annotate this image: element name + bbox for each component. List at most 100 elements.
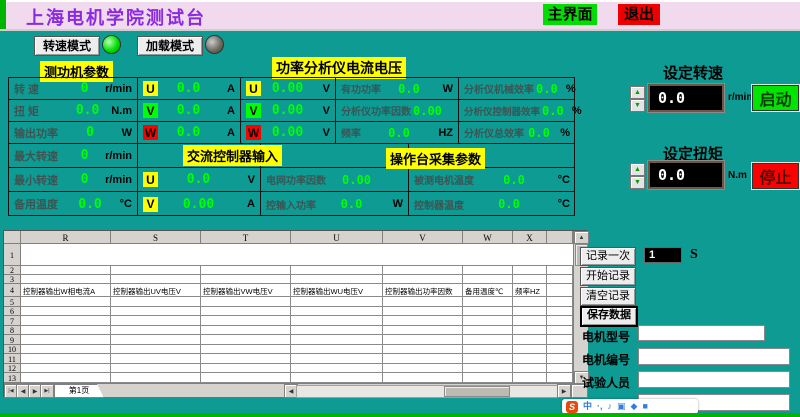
sheet-cell[interactable] bbox=[291, 373, 383, 383]
sheet-cell[interactable] bbox=[513, 354, 547, 364]
speed-mode-button[interactable]: 转速模式 bbox=[34, 36, 100, 56]
sheet-cell[interactable] bbox=[111, 326, 201, 335]
record-once-button[interactable]: 记录一次 bbox=[580, 247, 636, 266]
sheet-column-header[interactable]: R bbox=[21, 231, 111, 244]
sheet-row-header[interactable]: 11 bbox=[4, 354, 21, 364]
sheet-row-header[interactable]: 4 bbox=[4, 284, 21, 297]
sheet-cell[interactable] bbox=[201, 335, 291, 345]
sheet-cell[interactable] bbox=[463, 297, 513, 307]
sheet-row-header[interactable]: 5 bbox=[4, 297, 21, 307]
horizontal-scroll-track[interactable] bbox=[296, 385, 559, 398]
sheet-cell[interactable] bbox=[201, 326, 291, 335]
sheet-cell[interactable] bbox=[21, 307, 111, 316]
sheet-cell[interactable] bbox=[463, 345, 513, 354]
sheet-cell[interactable]: 控制器输出VW电压V bbox=[201, 284, 291, 297]
sheet-cell[interactable] bbox=[463, 307, 513, 316]
sheet-cell[interactable] bbox=[463, 326, 513, 335]
start-button[interactable]: 启动 bbox=[752, 85, 799, 111]
sheet-tab[interactable]: 第1页 bbox=[54, 384, 104, 398]
sheet-column-header[interactable]: W bbox=[463, 231, 513, 244]
punctuation-icon[interactable] bbox=[597, 399, 603, 414]
sheet-cell[interactable] bbox=[383, 326, 463, 335]
sheet-column-header[interactable]: S bbox=[111, 231, 201, 244]
sheet-cell[interactable] bbox=[547, 297, 573, 307]
sheet-cell[interactable] bbox=[111, 316, 201, 326]
sheet-cell[interactable] bbox=[547, 275, 573, 284]
sheet-row-header[interactable]: 1 bbox=[4, 244, 21, 266]
horizontal-scroll-thumb[interactable] bbox=[444, 386, 510, 397]
sheet-cell[interactable] bbox=[201, 297, 291, 307]
set-speed-display[interactable]: 0.0 bbox=[648, 84, 724, 112]
sheet-row-header[interactable]: 6 bbox=[4, 307, 21, 316]
clear-record-button[interactable]: 清空记录 bbox=[580, 287, 636, 306]
sheet-cell[interactable] bbox=[111, 275, 201, 284]
torque-spinner-up-button[interactable] bbox=[630, 163, 645, 176]
motor-number-input[interactable] bbox=[638, 348, 790, 365]
sheet-row-header[interactable]: 8 bbox=[4, 326, 21, 335]
sheet-cell[interactable] bbox=[111, 364, 201, 373]
sheet-cell[interactable] bbox=[21, 345, 111, 354]
sheet-cell[interactable] bbox=[111, 297, 201, 307]
sheet-cell[interactable] bbox=[21, 335, 111, 345]
sheet-cell[interactable] bbox=[513, 307, 547, 316]
ime-logo-icon[interactable]: S bbox=[566, 401, 578, 413]
sheet-cell[interactable] bbox=[513, 345, 547, 354]
sheet-cell[interactable]: 控制器输出WU电压V bbox=[291, 284, 383, 297]
sheet-cell[interactable] bbox=[21, 275, 111, 284]
load-mode-button[interactable]: 加载模式 bbox=[137, 36, 203, 56]
sheet-cell[interactable] bbox=[513, 326, 547, 335]
sheet-cell[interactable] bbox=[111, 354, 201, 364]
sheet-cell[interactable] bbox=[513, 364, 547, 373]
sheet-cell[interactable] bbox=[547, 326, 573, 335]
sheet-cell[interactable] bbox=[291, 297, 383, 307]
sheet-cell[interactable] bbox=[463, 316, 513, 326]
sheet-cell[interactable] bbox=[547, 373, 573, 383]
sheet-column-header[interactable]: V bbox=[383, 231, 463, 244]
sheet-cell[interactable] bbox=[383, 297, 463, 307]
stop-button[interactable]: 停止 bbox=[752, 163, 799, 189]
sheet-cell[interactable] bbox=[513, 275, 547, 284]
sheet-cell[interactable] bbox=[463, 373, 513, 383]
sheet-column-header[interactable]: X bbox=[513, 231, 547, 244]
sheet-cell[interactable] bbox=[383, 373, 463, 383]
sheet-cell[interactable] bbox=[201, 307, 291, 316]
sheet-cell[interactable] bbox=[463, 354, 513, 364]
sheet-cell[interactable] bbox=[383, 275, 463, 284]
sheet-corner-cell[interactable] bbox=[4, 231, 21, 244]
sheet-cell[interactable] bbox=[547, 364, 573, 373]
sheet-cell[interactable] bbox=[21, 326, 111, 335]
sheet-cell[interactable]: 控制器输出UV电压V bbox=[111, 284, 201, 297]
set-torque-display[interactable]: 0.0 bbox=[648, 161, 724, 189]
sheet-cell[interactable] bbox=[463, 275, 513, 284]
tester-input[interactable] bbox=[638, 371, 790, 388]
toolbox-icon[interactable] bbox=[642, 399, 647, 414]
scroll-up-button[interactable] bbox=[574, 231, 589, 244]
sheet-cell[interactable] bbox=[201, 345, 291, 354]
sheet-cell[interactable] bbox=[383, 266, 463, 275]
main-screen-button[interactable]: 主界面 bbox=[543, 4, 597, 25]
sheet-cell[interactable] bbox=[201, 316, 291, 326]
sheet-cell[interactable] bbox=[21, 316, 111, 326]
sheet-cell[interactable] bbox=[111, 266, 201, 275]
sheet-cell[interactable] bbox=[291, 316, 383, 326]
sheet-cell[interactable] bbox=[291, 335, 383, 345]
torque-spinner-down-button[interactable] bbox=[630, 176, 645, 189]
sheet-cell[interactable] bbox=[547, 284, 573, 297]
sheet-cell[interactable] bbox=[201, 354, 291, 364]
keyboard-icon[interactable] bbox=[617, 399, 626, 414]
sheet-cell[interactable] bbox=[463, 335, 513, 345]
sheet-cell[interactable] bbox=[513, 335, 547, 345]
sheet-cell[interactable] bbox=[111, 335, 201, 345]
sheet-cell[interactable] bbox=[291, 275, 383, 284]
sheet-cell[interactable] bbox=[547, 316, 573, 326]
record-interval-display[interactable]: 1 bbox=[644, 247, 682, 263]
sheet-cell[interactable] bbox=[111, 307, 201, 316]
sheet-cell[interactable] bbox=[201, 364, 291, 373]
chinese-mode-icon[interactable] bbox=[583, 399, 592, 414]
sheet-cell[interactable] bbox=[463, 364, 513, 373]
sheet-row-header[interactable]: 10 bbox=[4, 345, 21, 354]
sheet-cell[interactable] bbox=[463, 266, 513, 275]
last-sheet-button[interactable] bbox=[40, 384, 54, 398]
speed-spinner-up-button[interactable] bbox=[630, 86, 645, 99]
hscroll-right-button[interactable] bbox=[557, 384, 571, 398]
